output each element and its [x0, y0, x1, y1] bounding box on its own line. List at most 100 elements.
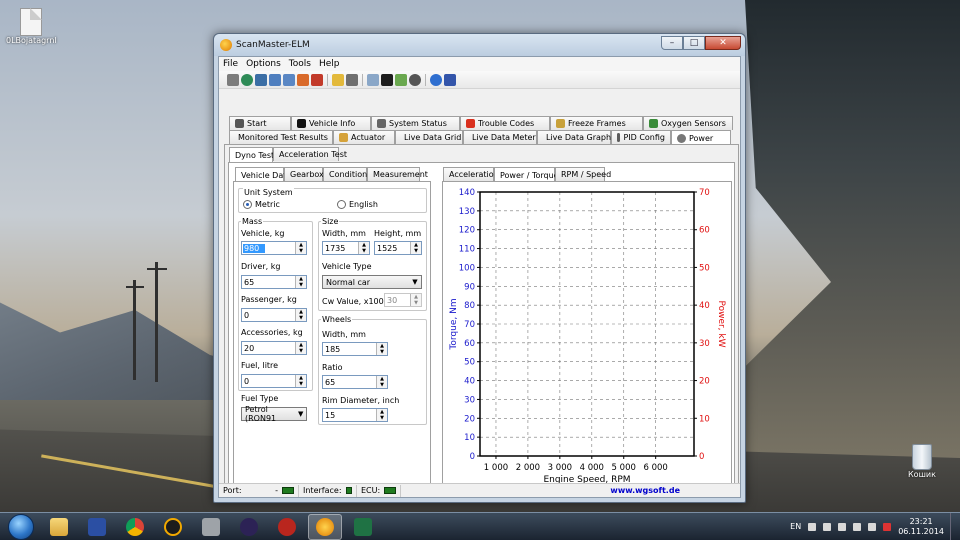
title-bar[interactable]: ScanMaster-ELM – □ ✕ — [214, 34, 745, 56]
website-link[interactable]: www.wgsoft.de — [610, 486, 680, 495]
chevron-down-icon: ▼ — [412, 278, 418, 286]
tab-power-torque[interactable]: Power / Torque — [494, 167, 559, 182]
tab-live-data-grid[interactable]: Live Data Grid — [395, 130, 463, 144]
maximize-button[interactable]: □ — [683, 36, 705, 50]
battery-icon[interactable] — [395, 73, 407, 86]
grid-toolbar-icon[interactable] — [269, 73, 281, 86]
taskbar-scanmaster[interactable] — [308, 513, 342, 540]
close-button[interactable]: ✕ — [705, 36, 741, 50]
flag-icon[interactable] — [823, 522, 832, 531]
fuel-input[interactable]: 0 ▲ ▼ — [241, 374, 307, 388]
tab-acceleration-test[interactable]: Acceleration Test — [273, 147, 347, 161]
info-toolbar-icon[interactable] — [255, 73, 267, 86]
volume-icon[interactable] — [868, 522, 877, 531]
tab-freeze-frames[interactable]: Freeze Frames — [550, 116, 643, 130]
tab-measurement[interactable]: Measurement — [367, 167, 428, 181]
accessories-mass-input[interactable]: 20 ▲ ▼ — [241, 341, 307, 355]
menu-help[interactable]: Help — [319, 59, 340, 69]
tab-actuator[interactable]: Actuator — [333, 130, 395, 144]
globe-icon[interactable] — [241, 73, 253, 86]
graph-toolbar-icon[interactable] — [297, 73, 309, 86]
wheel-width-input[interactable]: 185 ▲ ▼ — [322, 342, 388, 356]
vehicle-type-select[interactable]: Normal car ▼ — [322, 275, 422, 289]
clock[interactable]: 23:21 06.11.2014 — [898, 517, 944, 537]
language-indicator[interactable]: EN — [790, 522, 801, 531]
x-tick-label: 6 000 — [643, 463, 667, 473]
spinner-arrows-icon[interactable]: ▲ ▼ — [295, 309, 306, 321]
driver-mass-input[interactable]: 65 ▲ ▼ — [241, 275, 307, 289]
wheel-ratio-input[interactable]: 65 ▲ ▼ — [322, 375, 388, 389]
english-radio[interactable]: English — [337, 200, 378, 209]
terminal-icon[interactable] — [381, 73, 393, 86]
taskbar-chip-app[interactable] — [194, 514, 228, 540]
tab-monitored-test-results[interactable]: Monitored Test Results — [229, 130, 333, 144]
connect-icon[interactable] — [227, 73, 239, 86]
show-desktop-button[interactable] — [950, 512, 960, 540]
spinner-arrows-icon[interactable]: ▲ ▼ — [376, 376, 387, 388]
desktop-icon-file[interactable]: 0LBojatagrnl — [6, 8, 57, 45]
tab-pid-config[interactable]: PID Config — [611, 130, 671, 144]
antivirus-icon[interactable] — [883, 522, 892, 531]
cw-value-input[interactable]: 30 ▲ ▼ — [384, 293, 422, 307]
spinner-arrows-icon[interactable]: ▲ ▼ — [358, 242, 369, 254]
taskbar-explorer[interactable] — [42, 514, 76, 540]
menu-bar: File Options Tools Help — [219, 57, 740, 71]
menu-options[interactable]: Options — [246, 59, 281, 69]
printer-icon[interactable] — [346, 73, 358, 86]
tab-dyno-test[interactable]: Dyno Test — [229, 147, 274, 162]
app-icon — [220, 39, 232, 51]
menu-tools[interactable]: Tools — [289, 59, 311, 69]
vehicle-mass-input[interactable]: 980 ▲ ▼ — [241, 241, 307, 255]
size-width-input[interactable]: 1735 ▲ ▼ — [322, 241, 370, 255]
metric-radio[interactable]: Metric — [243, 200, 280, 209]
eclipse-icon — [240, 517, 258, 536]
taskbar-bank-app[interactable] — [270, 514, 304, 540]
taskbar-excel[interactable] — [346, 514, 380, 540]
passenger-mass-input[interactable]: 0 ▲ ▼ — [241, 308, 307, 322]
rim-diameter-input[interactable]: 15 ▲ ▼ — [322, 408, 388, 422]
spinner-arrows-icon[interactable]: ▲ ▼ — [376, 343, 387, 355]
tab-power[interactable]: Power — [671, 130, 731, 145]
spinner-arrows-icon[interactable]: ▲ ▼ — [295, 242, 306, 254]
tab-rpm-speed[interactable]: RPM / Speed — [555, 167, 611, 181]
device-icon[interactable] — [838, 522, 847, 531]
tab-conditions[interactable]: Conditions — [323, 167, 371, 181]
dollar-icon[interactable] — [311, 73, 323, 86]
port-led-icon — [282, 487, 294, 494]
clipboard-icon[interactable] — [332, 73, 344, 86]
about-icon[interactable] — [444, 73, 456, 86]
chat-icon[interactable] — [367, 73, 379, 86]
tab-system-status[interactable]: System Status — [371, 116, 460, 130]
spinner-arrows-icon[interactable]: ▲ ▼ — [295, 342, 306, 354]
fuel-type-select[interactable]: Petrol (RON91 ▼ — [241, 405, 307, 423]
taskbar-save[interactable] — [80, 514, 114, 540]
taskbar-eclipse[interactable] — [232, 514, 266, 540]
tab-live-data-graph[interactable]: Live Data Graph — [537, 130, 611, 144]
taskbar-chrome[interactable] — [118, 514, 152, 540]
size-height-input[interactable]: 1525 ▲ ▼ — [374, 241, 422, 255]
taskbar-app-triangle[interactable] — [156, 514, 190, 540]
meter-toolbar-icon[interactable] — [283, 73, 295, 86]
tray-arrow-icon[interactable] — [808, 522, 817, 531]
tab-acceleration[interactable]: Acceleration — [443, 167, 499, 181]
tab-gearbox[interactable]: Gearbox — [284, 167, 324, 181]
stop-icon[interactable] — [409, 73, 421, 86]
spinner-arrows-icon[interactable]: ▲ ▼ — [410, 294, 421, 306]
desktop-icon-recycle-bin[interactable]: Кошик — [908, 444, 936, 479]
tab-vehicle-info[interactable]: Vehicle Info — [291, 116, 371, 130]
spinner-arrows-icon[interactable]: ▲ ▼ — [376, 409, 387, 421]
spinner-arrows-icon[interactable]: ▲ ▼ — [295, 276, 306, 288]
spinner-arrows-icon[interactable]: ▲ ▼ — [295, 375, 306, 387]
spinner-arrows-icon[interactable]: ▲ ▼ — [410, 242, 421, 254]
network-icon[interactable] — [853, 522, 862, 531]
start-button[interactable] — [8, 513, 34, 540]
menu-file[interactable]: File — [223, 59, 238, 69]
help-icon[interactable] — [430, 73, 442, 86]
tab-vehicle-data[interactable]: Vehicle Data — [235, 167, 291, 182]
x-tick-label: 4 000 — [580, 463, 604, 473]
minimize-button[interactable]: – — [661, 36, 683, 50]
tab-live-data-meter[interactable]: Live Data Meter — [463, 130, 537, 144]
tab-start[interactable]: Start — [229, 116, 291, 130]
tab-oxygen-sensors[interactable]: Oxygen Sensors — [643, 116, 733, 130]
tab-trouble-codes[interactable]: Trouble Codes — [460, 116, 550, 130]
